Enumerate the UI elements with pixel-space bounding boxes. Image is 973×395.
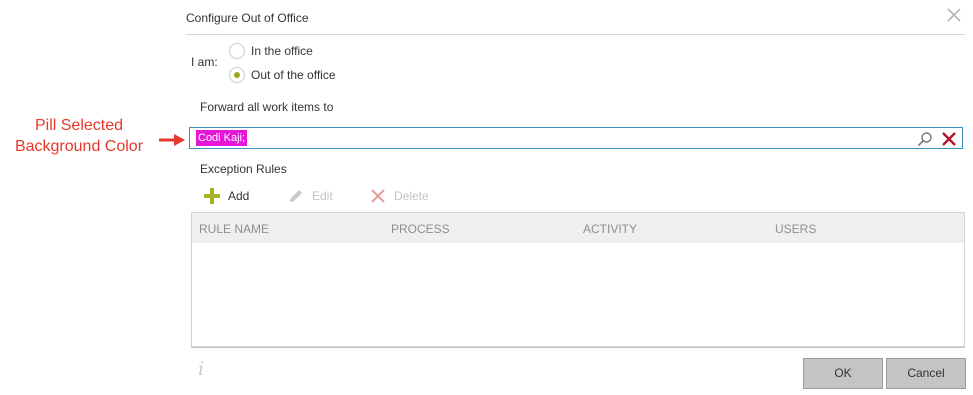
annotation-line-1: Pill Selected (34, 117, 124, 134)
delete-button-label: Delete (394, 189, 429, 203)
column-process[interactable]: PROCESS (391, 222, 450, 236)
delete-button[interactable]: Delete (370, 188, 429, 204)
annotation-line-2: Background Color (14, 138, 144, 155)
ok-button[interactable]: OK (803, 358, 883, 389)
clear-icon[interactable] (940, 130, 958, 148)
add-button-label: Add (228, 189, 250, 203)
out-of-office-dialog: Configure Out of Office I am: In the off… (176, 0, 973, 395)
grid-header: RULE NAME PROCESS ACTIVITY USERS (192, 213, 964, 243)
selected-user-pill[interactable]: Codi Kaji; (196, 130, 248, 146)
annotation-callout: Pill Selected Background Color (0, 115, 158, 157)
column-activity[interactable]: ACTIVITY (583, 222, 637, 236)
forward-label: Forward all work items to (200, 100, 334, 114)
plus-icon (204, 188, 220, 204)
cancel-button[interactable]: Cancel (886, 358, 966, 389)
radio-in-office-label: In the office (251, 44, 313, 58)
close-icon[interactable] (945, 6, 963, 24)
forward-to-input[interactable]: Codi Kaji; (189, 127, 963, 149)
radio-out-of-office[interactable]: Out of the office (229, 67, 336, 83)
info-icon[interactable]: i (198, 358, 204, 380)
column-users[interactable]: USERS (775, 222, 816, 236)
delete-x-icon (371, 189, 385, 203)
exception-rules-grid: RULE NAME PROCESS ACTIVITY USERS (191, 212, 965, 347)
edit-button-label: Edit (312, 189, 333, 203)
add-button[interactable]: Add (204, 188, 249, 204)
radio-in-office[interactable]: In the office (229, 43, 313, 59)
radio-out-of-office-circle[interactable] (229, 67, 245, 83)
search-icon[interactable] (917, 131, 933, 147)
edit-button[interactable]: Edit (288, 188, 333, 204)
exception-rules-label: Exception Rules (200, 162, 287, 176)
grid-bottom-border (191, 347, 965, 348)
column-rule-name[interactable]: RULE NAME (199, 222, 269, 236)
pencil-icon (290, 190, 302, 202)
title-divider (186, 34, 965, 35)
radio-out-of-office-label: Out of the office (251, 68, 336, 82)
radio-in-office-circle[interactable] (229, 43, 245, 59)
status-label: I am: (191, 55, 218, 69)
dialog-title: Configure Out of Office (186, 11, 309, 25)
